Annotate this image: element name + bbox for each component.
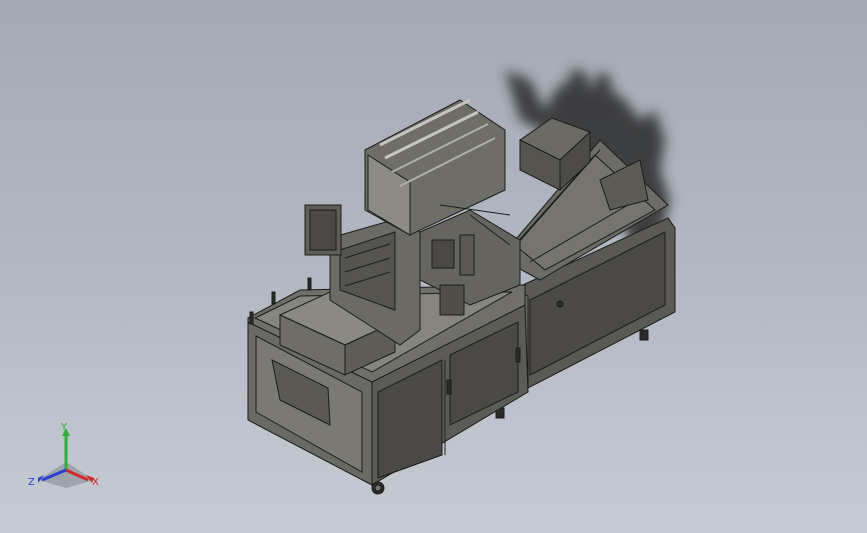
cad-viewport[interactable]: Y X Z — [0, 0, 867, 533]
z-axis-label: Z — [28, 477, 35, 488]
y-axis-label: Y — [60, 422, 68, 433]
axis-triad: Y X Z — [28, 422, 99, 488]
roll-assembly[interactable] — [364, 98, 506, 236]
x-axis-label: X — [92, 477, 99, 488]
machine-3d-model[interactable] — [0, 0, 867, 533]
